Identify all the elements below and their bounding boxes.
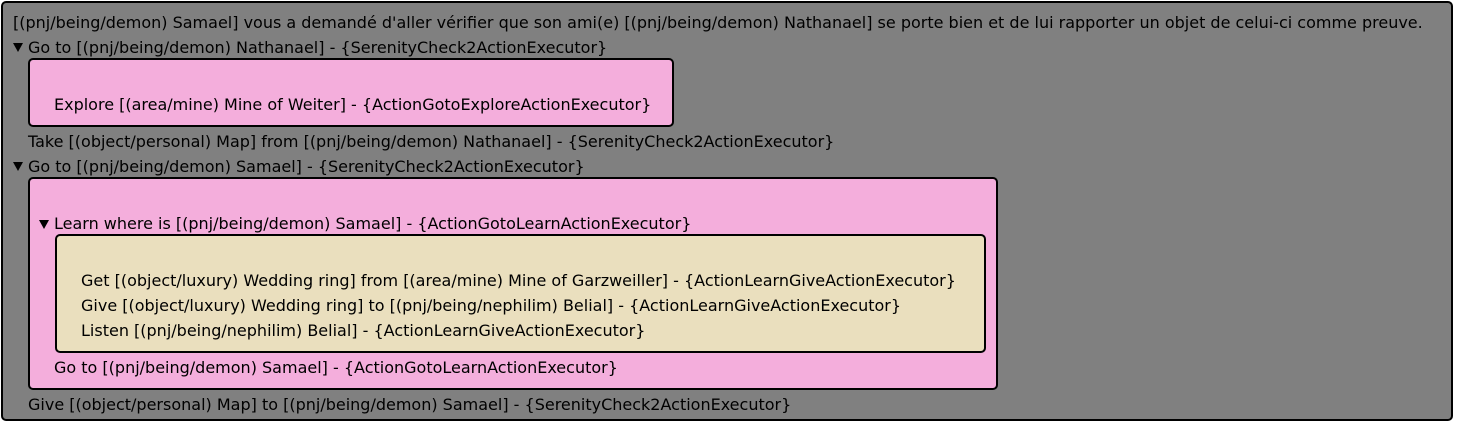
step-get-wedding-ring: Get [(object/luxury) Wedding ring] from … xyxy=(81,271,956,290)
quest-description: [(pnj/being/demon) Samael] vous a demand… xyxy=(13,13,1423,32)
collapse-toggle-icon[interactable] xyxy=(13,162,23,171)
learn-subtask-box: Get [(object/luxury) Wedding ring] from … xyxy=(55,234,986,353)
step-listen-belial: Listen [(pnj/being/nephilim) Belial] - {… xyxy=(81,321,646,340)
collapse-toggle-icon[interactable] xyxy=(39,220,49,229)
step-give-wedding-ring: Give [(object/luxury) Wedding ring] to [… xyxy=(81,296,902,315)
step-explore-mine-weiter: Explore [(area/mine) Mine of Weiter] - {… xyxy=(54,95,652,114)
quest-panel: [(pnj/being/demon) Samael] vous a demand… xyxy=(1,1,1453,421)
step-goto-samael: Go to [(pnj/being/demon) Samael] - {Sere… xyxy=(28,157,585,176)
collapse-toggle-icon[interactable] xyxy=(13,43,23,52)
step-goto-samael-learn: Go to [(pnj/being/demon) Samael] - {Acti… xyxy=(54,358,618,377)
step-learn-where-samael: Learn where is [(pnj/being/demon) Samael… xyxy=(54,214,692,233)
subtask-box-goto-samael: Learn where is [(pnj/being/demon) Samael… xyxy=(28,177,998,390)
step-take-map: Take [(object/personal) Map] from [(pnj/… xyxy=(28,132,835,151)
step-goto-nathanael: Go to [(pnj/being/demon) Nathanael] - {S… xyxy=(28,38,608,57)
step-give-map: Give [(object/personal) Map] to [(pnj/be… xyxy=(28,395,792,414)
subtask-box-goto-nathanael: Explore [(area/mine) Mine of Weiter] - {… xyxy=(28,58,674,127)
